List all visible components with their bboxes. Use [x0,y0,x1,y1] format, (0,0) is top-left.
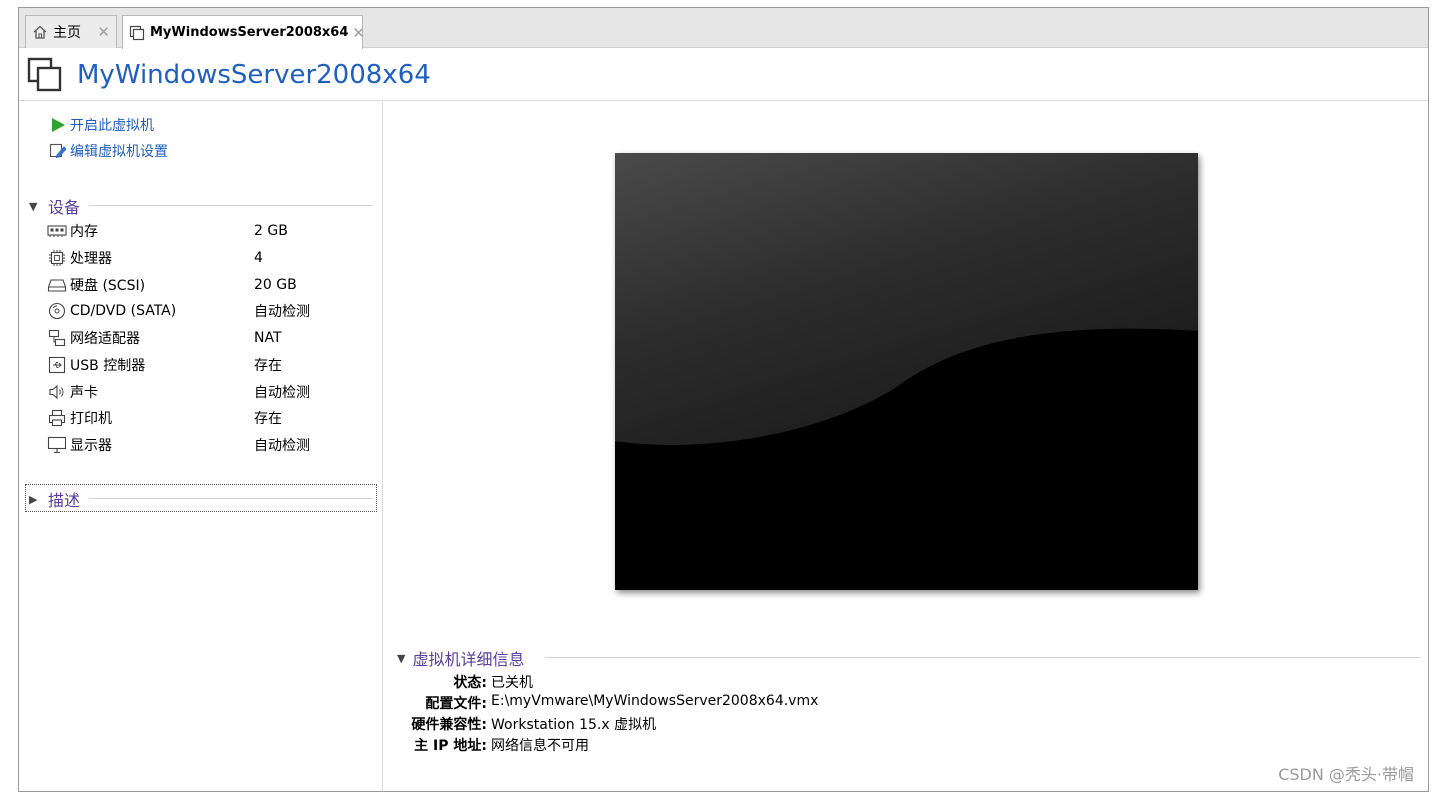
edit-settings-label: 编辑虚拟机设置 [70,144,168,160]
detail-row-config-file: 配置文件: E:\myVmware\MyWindowsServer2008x64… [391,693,818,713]
tab-vm[interactable]: MyWindowsServer2008x64 ✕ [122,15,365,49]
device-row-cpu[interactable]: 处理器 4 [47,245,377,271]
network-icon [47,329,67,347]
device-value: 存在 [254,411,282,427]
usb-icon [47,356,67,374]
triangle-down-icon: ▼ [397,651,406,665]
edit-settings-action[interactable]: 编辑虚拟机设置 [49,141,168,161]
close-icon[interactable]: ✕ [352,24,365,42]
home-icon [32,24,48,40]
device-name: 打印机 [70,411,112,427]
device-value: NAT [254,330,282,346]
device-row-printer[interactable]: 打印机 存在 [47,405,377,431]
vm-icon [129,25,145,41]
play-icon [49,116,67,134]
cpu-icon [47,249,67,267]
devices-section-label: 设备 [48,198,81,217]
left-pane: 开启此虚拟机 编辑虚拟机设置 ▼ 设备 内存 2 GB 处理器 4 硬盘 (SC… [19,102,383,791]
vm-preview-screen[interactable] [615,153,1198,590]
tab-home[interactable]: 主页 ✕ [25,15,117,48]
section-divider [89,205,373,206]
device-value: 自动检测 [254,385,310,401]
vm-details-section-header[interactable]: ▼ 虚拟机详细信息 [397,646,524,670]
triangle-right-icon: ▶ [29,492,38,506]
hard-disk-icon [47,276,67,294]
detail-row-state: 状态: 已关机 [391,672,533,692]
detail-row-ip-address: 主 IP 地址: 网络信息不可用 [391,735,589,755]
detail-label: 硬件兼容性: [411,717,487,733]
vm-preview-graphic [615,153,1198,590]
printer-icon [47,409,67,427]
device-name: 内存 [70,224,98,240]
devices-section-header[interactable]: ▼ 设备 [29,194,80,218]
detail-label: 主 IP 地址: [414,738,487,754]
tab-home-label: 主页 [53,25,81,41]
device-row-sound[interactable]: 声卡 自动检测 [47,379,377,405]
device-name: 处理器 [70,251,112,267]
device-row-network[interactable]: 网络适配器 NAT [47,325,377,351]
device-value: 存在 [254,358,282,374]
tab-bar: 主页 ✕ MyWindowsServer2008x64 ✕ [19,8,1428,49]
detail-value: E:\myVmware\MyWindowsServer2008x64.vmx [491,693,819,709]
description-section-header[interactable]: ▶ 描述 [29,487,80,511]
monitor-icon [47,436,67,454]
detail-value: 已关机 [491,675,533,691]
device-value: 4 [254,250,263,266]
detail-row-compatibility: 硬件兼容性: Workstation 15.x 虚拟机 [391,714,656,734]
memory-icon [47,222,67,240]
section-divider [545,657,1420,658]
device-name: USB 控制器 [70,358,146,374]
device-row-cd-dvd[interactable]: CD/DVD (SATA) 自动检测 [47,298,377,324]
device-name: 声卡 [70,385,98,401]
vm-details-section-label: 虚拟机详细信息 [412,650,525,669]
device-name: 显示器 [70,438,112,454]
device-name: 网络适配器 [70,331,140,347]
device-value: 20 GB [254,277,297,293]
section-divider [89,498,373,499]
vm-icon [27,57,63,93]
edit-settings-icon [49,142,67,160]
description-section-label: 描述 [48,491,81,510]
device-value: 自动检测 [254,438,310,454]
cd-dvd-icon [47,302,67,320]
device-row-hard-disk[interactable]: 硬盘 (SCSI) 20 GB [47,272,377,298]
speaker-icon [47,383,67,401]
vmware-window: 主页 ✕ MyWindowsServer2008x64 ✕ MyWindowsS… [18,7,1429,792]
detail-value: Workstation 15.x 虚拟机 [491,717,657,733]
device-value: 自动检测 [254,304,310,320]
device-value: 2 GB [254,223,288,239]
title-row: MyWindowsServer2008x64 [19,49,1428,101]
power-on-label: 开启此虚拟机 [70,118,154,134]
device-row-monitor[interactable]: 显示器 自动检测 [47,432,377,458]
device-row-usb[interactable]: USB 控制器 存在 [47,352,377,378]
close-icon[interactable]: ✕ [97,23,110,41]
detail-value: 网络信息不可用 [491,738,589,754]
device-name: CD/DVD (SATA) [70,303,177,319]
detail-label: 配置文件: [425,696,487,712]
device-row-memory[interactable]: 内存 2 GB [47,218,377,244]
power-on-action[interactable]: 开启此虚拟机 [49,115,154,135]
watermark: CSDN @秃头·带帽 [1278,765,1414,784]
tab-vm-label: MyWindowsServer2008x64 [150,25,349,40]
triangle-down-icon: ▼ [29,199,38,213]
device-name: 硬盘 (SCSI) [70,278,146,294]
page-title: MyWindowsServer2008x64 [77,59,431,90]
detail-label: 状态: [453,675,487,691]
